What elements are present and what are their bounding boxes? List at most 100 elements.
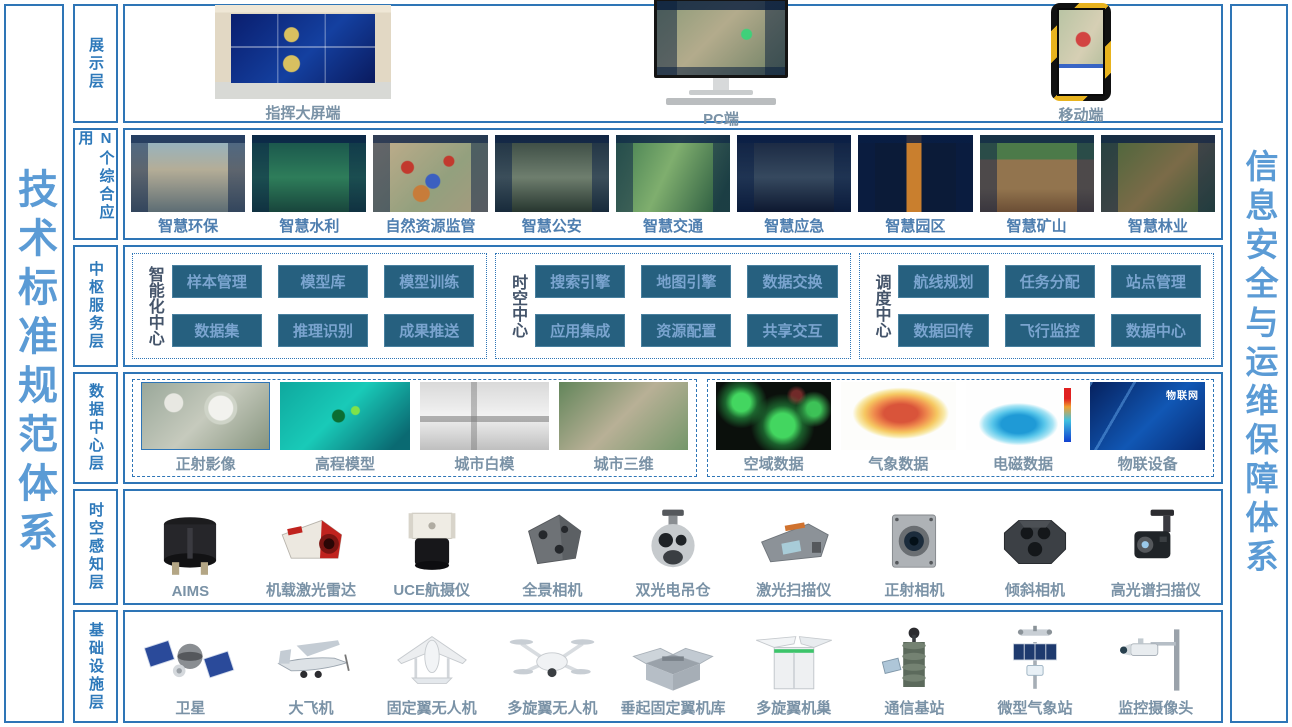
surveillance-camera-icon [1108,624,1204,696]
group-name: 调度中心 [872,274,889,338]
chip-model-library: 模型库 [278,265,368,298]
smart-mine-image [980,135,1094,212]
infra-satellite: 卫星 [133,618,248,718]
caption: 气象数据 [868,453,928,474]
caption: 电磁数据 [993,453,1053,474]
chip-resource-config: 资源配置 [641,314,731,347]
data-iot: 物联网 物联设备 [1090,382,1205,474]
caption: 空域数据 [744,453,804,474]
services-body: 智能化中心 样本管理 模型库 模型训练 数据集 推理识别 成果推送 时空中心 [123,245,1223,367]
pc-image [654,0,788,105]
caption: 微型气象站 [998,697,1073,718]
caption: 机载激光雷达 [266,579,356,600]
sensing-body: AIMS 机载激光雷达 [123,489,1223,605]
caption: 智慧水利 [279,215,339,236]
hyperspectral-scanner-icon [1108,506,1204,578]
app-smart-police: 智慧公安 [495,135,609,236]
geodata-group: 正射影像 高程模型 城市白模 城市三维 [132,379,697,477]
airborne-lidar-icon [263,506,359,578]
sensor-ortho-camera: 正射相机 [857,497,972,600]
caption: 高程模型 [315,453,375,474]
caption: 指挥大屏端 [265,102,340,123]
electromagnetic-image [966,382,1081,450]
laser-scanner-icon [746,506,842,578]
services-row: 中枢服务层 智能化中心 样本管理 模型库 模型训练 数据集 推理识别 成果推送 [73,245,1223,367]
sensor-hyperspectral-scanner: 高光谱扫描仪 [1098,497,1213,600]
chip-sample-management: 样本管理 [172,265,262,298]
comm-base-station-icon [866,624,962,696]
fixed-wing-uav-icon [384,624,480,696]
large-aircraft-icon [263,624,359,696]
chip-task-assignment: 任务分配 [1005,265,1095,298]
chip-sharing: 共享交互 [747,314,837,347]
data-weather: 气象数据 [841,382,956,474]
white-model-image [420,382,549,450]
security-ops-title: 信息安全与运维保障体系 [1235,149,1283,578]
caption: 激光扫描仪 [756,579,831,600]
smart-emergency-image [737,135,851,212]
security-ops-pillar: 信息安全与运维保障体系 [1230,4,1288,723]
infra-multirotor-uav: 多旋翼无人机 [495,618,610,718]
data-airspace: 空域数据 [716,382,831,474]
caption: 通信基站 [884,697,944,718]
infra-comm-base-station: 通信基站 [857,618,972,718]
caption: 多旋翼机巢 [756,697,831,718]
sensor-uce-camera: UCE航摄仪 [374,497,489,600]
caption: 智慧交通 [643,215,703,236]
oblique-camera-icon [987,506,1083,578]
display-layer-row: 展示层 指挥大屏端 PC端 移动端 [73,4,1223,123]
ortho-camera-icon [866,506,962,578]
pc-terminal: PC端 [654,0,788,129]
data-city-3d: 城市三维 [559,382,688,474]
natural-resources-image [373,135,487,212]
chip-map-engine: 地图引擎 [641,265,731,298]
chip-dataset: 数据集 [172,314,262,347]
multirotor-uav-icon [504,624,600,696]
spatiotemporal-center-group: 时空中心 搜索引擎 地图引擎 数据交换 应用集成 资源配置 共享交互 [495,253,850,359]
app-smart-forestry: 智慧林业 [1101,135,1215,236]
caption: 大飞机 [289,697,334,718]
chip-data-return: 数据回传 [898,314,988,347]
chip-flight-monitoring: 飞行监控 [1005,314,1095,347]
mobile-image [1051,3,1111,101]
panoramic-camera-icon [504,506,600,578]
data-center-body: 正射影像 高程模型 城市白模 城市三维 [123,372,1223,484]
ortho-image [141,382,270,450]
caption: 城市三维 [594,453,654,474]
caption: 移动端 [1058,104,1103,125]
iot-badge: 物联网 [1166,387,1199,402]
ai-center-group: 智能化中心 样本管理 模型库 模型训练 数据集 推理识别 成果推送 [132,253,487,359]
tech-standards-title: 技术标准规范体系 [5,168,63,560]
layer-label-display: 展示层 [73,4,118,123]
data-ortho: 正射影像 [141,382,270,474]
caption: UCE航摄仪 [393,579,470,600]
app-smart-environment: 智慧环保 [131,135,245,236]
chip-data-exchange: 数据交换 [747,265,837,298]
layer-label-data-center: 数据中心层 [73,372,118,484]
layer-rows: 展示层 指挥大屏端 PC端 移动端 [73,4,1223,723]
smart-park-image [858,135,972,212]
data-dem: 高程模型 [280,382,409,474]
dual-light-gimbal-icon [625,506,721,578]
layer-label-services: 中枢服务层 [73,245,118,367]
caption: 倾斜相机 [1005,579,1065,600]
airspace-image [716,382,831,450]
data-electromagnetic: 电磁数据 [966,382,1081,474]
architecture-diagram: 技术标准规范体系 信息安全与运维保障体系 展示层 指挥大屏端 [0,0,1292,727]
caption: 多旋翼无人机 [507,697,597,718]
sensor-panoramic-camera: 全景相机 [495,497,610,600]
chip-app-integration: 应用集成 [535,314,625,347]
caption: 正射相机 [884,579,944,600]
group-name: 时空中心 [508,274,525,338]
caption: 智慧环保 [158,215,218,236]
caption: 物联设备 [1118,453,1178,474]
caption: 固定翼无人机 [387,697,477,718]
big-screen-terminal: 指挥大屏端 [215,5,391,123]
chip-search-engine: 搜索引擎 [535,265,625,298]
infrastructure-body: 卫星 大飞机 [123,610,1223,723]
smart-environment-image [131,135,245,212]
big-screen-image [215,5,391,99]
smart-forestry-image [1101,135,1215,212]
chip-route-planning: 航线规划 [898,265,988,298]
dispatch-center-group: 调度中心 航线规划 任务分配 站点管理 数据回传 飞行监控 数据中心 [859,253,1214,359]
